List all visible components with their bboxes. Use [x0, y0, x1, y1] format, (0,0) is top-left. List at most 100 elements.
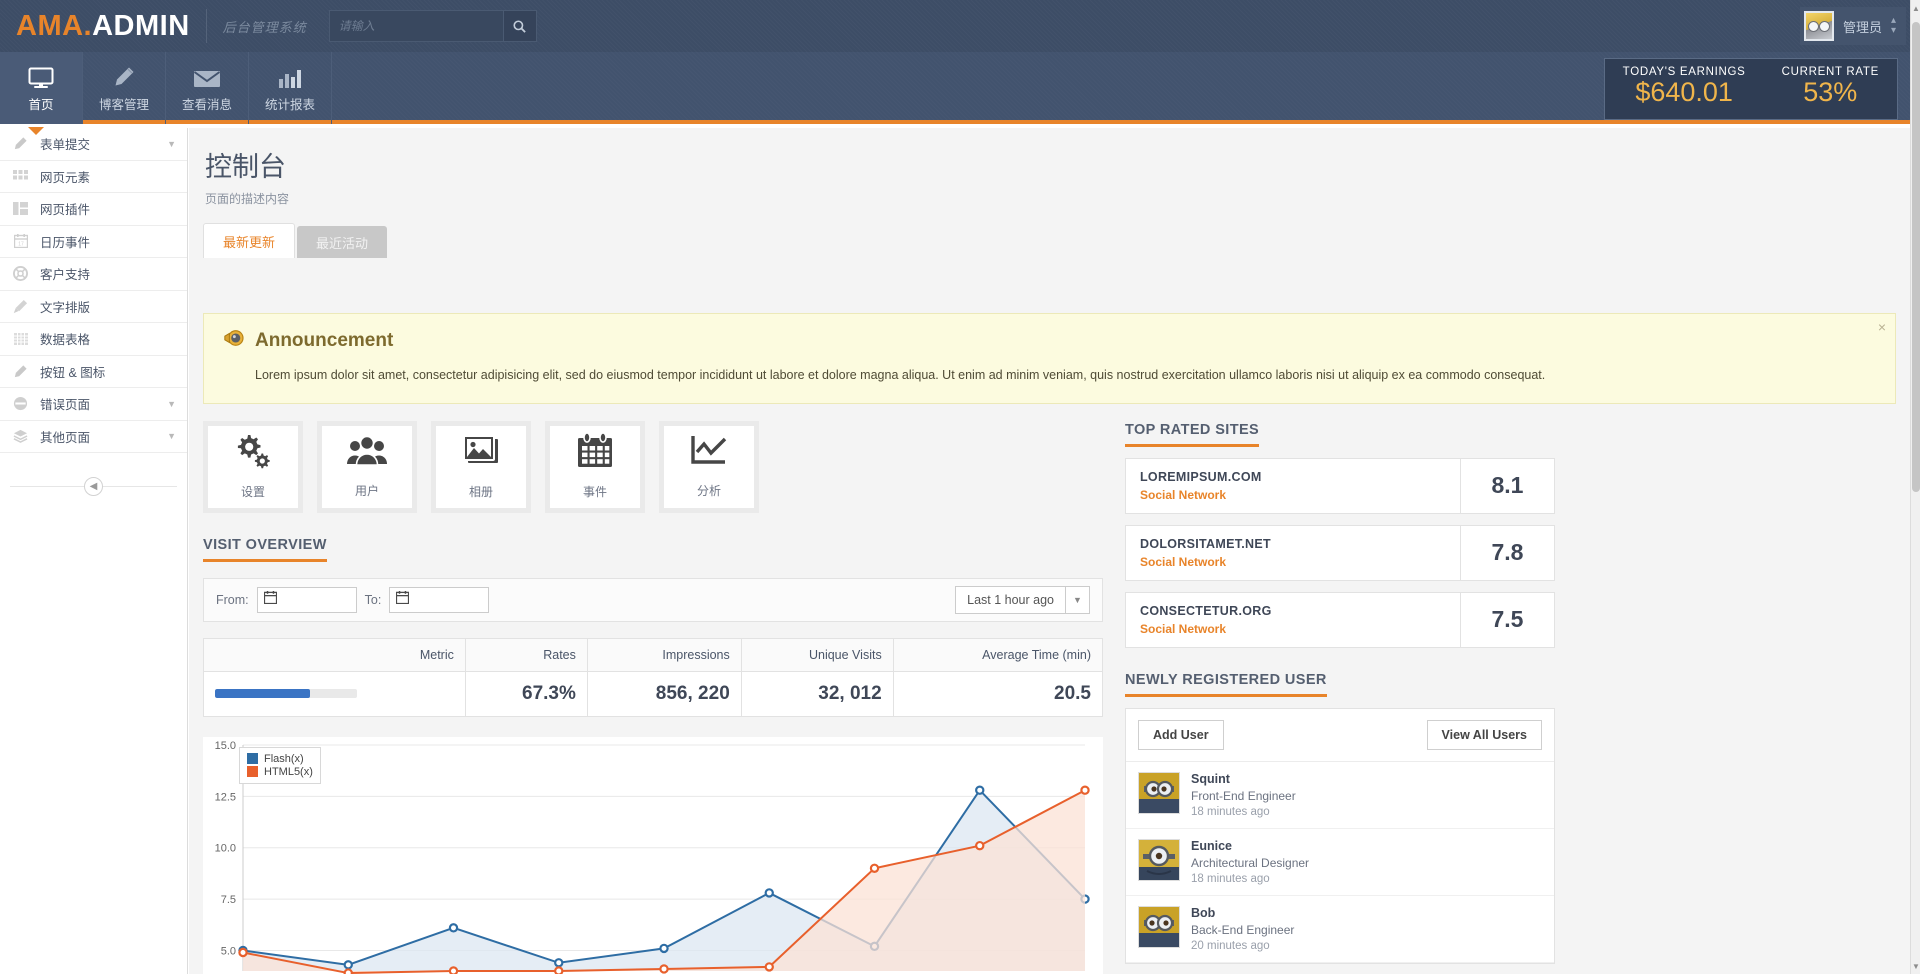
tile-label: 事件 [582, 485, 607, 500]
site-score: 8.1 [1460, 458, 1554, 513]
sidebar-item-buttons-icons[interactable]: 按钮 & 图标 [0, 356, 187, 388]
newly-registered-heading: NEWLY REGISTERED USER [1125, 672, 1327, 697]
page-title: 控制台 [205, 152, 286, 182]
tab-recent-activity[interactable]: 最近活动 [297, 226, 388, 258]
svg-text:10.0: 10.0 [215, 842, 236, 854]
tile-settings[interactable]: 设置 [203, 420, 303, 513]
brand-subtitle: 后台管理系统 [222, 19, 307, 35]
site-name: CONSECTETUR.ORG [1140, 603, 1272, 618]
top-bar: AMA.ADMIN 后台管理系统 管理员 ▴▾ [0, 0, 1920, 52]
two-column-layout: 设置 用户 相册 事件 分析 VISIT OVERVIEW From: To: … [203, 420, 1896, 974]
announcement-header: Announcement [222, 328, 1877, 353]
to-label: To: [364, 592, 382, 607]
col-impressions: Impressions [586, 637, 742, 672]
search-button[interactable] [502, 11, 536, 41]
time-range-select[interactable]: Last 1 hour ago ▼ [955, 585, 1090, 614]
sidebar-collapse-row: ◀ [0, 471, 187, 501]
top-rated-site-row[interactable]: LOREMIPSUM.COM Social Network 8.1 [1125, 457, 1555, 514]
chevron-down-icon: ▼ [167, 138, 176, 149]
announcement-body: Lorem ipsum dolor sit amet, consectetur … [255, 368, 1546, 382]
tile-label: 分析 [696, 484, 721, 499]
page-description: 页面的描述内容 [205, 192, 290, 206]
brand-dot: . [83, 9, 93, 42]
quick-tiles: 设置 用户 相册 事件 分析 [203, 420, 1103, 513]
pencil-icon [112, 63, 136, 89]
add-user-button[interactable]: Add User [1138, 719, 1224, 750]
top-rated-site-row[interactable]: CONSECTETUR.ORG Social Network 7.5 [1125, 591, 1555, 648]
tile-label: 相册 [468, 485, 493, 500]
user-list-item[interactable]: Eunice Architectural Designer 18 minutes… [1126, 829, 1554, 896]
sidebar-item-label: 文字排版 [40, 300, 91, 315]
user-role: Front-End Engineer [1191, 788, 1296, 803]
sidebar-item-calendar[interactable]: 17 日历事件 [0, 226, 187, 258]
announcement-title: Announcement [255, 329, 394, 351]
envelope-icon [193, 63, 221, 89]
avatar [1803, 11, 1834, 41]
layout-icon [12, 202, 29, 216]
nav-label: 统计报表 [264, 98, 315, 112]
nav-item-blog[interactable]: 博客管理 [83, 52, 166, 124]
sidebar-item-tables[interactable]: 数据表格 [0, 323, 187, 356]
sidebar-item-elements[interactable]: 网页元素 [0, 161, 187, 193]
view-all-users-button[interactable]: View All Users [1426, 719, 1542, 750]
tile-events[interactable]: 事件 [545, 420, 645, 513]
nav-label: 首页 [28, 98, 54, 112]
sidebar-item-typography[interactable]: 文字排版 [0, 291, 187, 323]
scrollbar-thumb[interactable] [1912, 22, 1920, 492]
scroll-up-icon[interactable]: ▲ [1911, 2, 1920, 14]
tile-users[interactable]: 用户 [317, 420, 417, 513]
scroll-down-icon[interactable]: ▼ [1911, 960, 1920, 972]
chevron-down-icon[interactable]: ▼ [1065, 586, 1089, 613]
svg-text:17: 17 [18, 242, 24, 248]
sidebar-item-label: 客户支持 [40, 268, 91, 283]
user-menu[interactable]: 管理员 ▴ ▾ [1799, 7, 1906, 45]
site-name: LOREMIPSUM.COM [1140, 469, 1262, 484]
tile-analytics[interactable]: 分析 [659, 420, 759, 513]
sidebar-item-error-pages[interactable]: 错误页面 ▼ [0, 388, 187, 421]
bar-chart-icon [277, 63, 303, 89]
search-input[interactable] [329, 11, 503, 41]
page-scrollbar[interactable]: ▲ ▼ [1910, 0, 1920, 974]
svg-text:12.5: 12.5 [215, 791, 236, 803]
nav-item-reports[interactable]: 统计报表 [249, 52, 332, 124]
tab-latest-updates[interactable]: 最新更新 [203, 223, 296, 258]
from-date-input[interactable] [256, 586, 357, 613]
cell-rates: 67.3% [464, 670, 588, 717]
date-filter-bar: From: To: Last 1 hour ago ▼ [203, 577, 1103, 622]
earnings-value: $640.01 [1635, 77, 1733, 107]
calendar-icon: 17 [12, 234, 29, 249]
todays-earnings: TODAY'S EARNINGS $640.01 [1605, 59, 1764, 119]
sidebar-item-forms[interactable]: 表单提交 ▼ [0, 128, 187, 161]
sidebar-collapse-button[interactable]: ◀ [84, 476, 103, 496]
top-rated-heading: TOP RATED SITES [1125, 422, 1260, 447]
announcement-banner: × Announcement Lorem ipsum dolor sit ame… [203, 313, 1896, 404]
chevron-updown-icon: ▴ ▾ [1890, 15, 1896, 36]
user-name: Squint [1191, 771, 1230, 786]
cell-unique-visits: 32, 012 [740, 670, 894, 717]
nav-item-messages[interactable]: 查看消息 [166, 52, 249, 124]
sidebar-item-label: 按钮 & 图标 [40, 365, 106, 380]
sidebar-item-other-pages[interactable]: 其他页面 ▼ [0, 421, 187, 453]
current-rate: CURRENT RATE 53% [1764, 59, 1897, 119]
brand-logo[interactable]: AMA.ADMIN [16, 10, 190, 43]
pencil-icon [12, 364, 29, 379]
main-nav: 首页 博客管理 查看消息 统计报表 TODAY'S EARNINGS $640.… [0, 52, 1920, 124]
calendar-icon [575, 432, 615, 474]
close-icon[interactable]: × [1878, 320, 1886, 334]
progress-bar [215, 689, 357, 699]
top-rated-site-row[interactable]: DOLORSITAMET.NET Social Network 7.8 [1125, 524, 1555, 581]
user-list-item[interactable]: Squint Front-End Engineer 18 minutes ago [1126, 762, 1554, 829]
nav-item-home[interactable]: 首页 [0, 52, 83, 124]
brand-second: ADMIN [92, 9, 190, 42]
to-date-input[interactable] [389, 586, 490, 613]
grid-icon [12, 170, 29, 182]
search-box[interactable] [328, 10, 537, 42]
tile-photos[interactable]: 相册 [431, 420, 531, 513]
site-category: Social Network [1140, 554, 1227, 569]
sidebar-item-widgets[interactable]: 网页插件 [0, 193, 187, 226]
sidebar-item-support[interactable]: 客户支持 [0, 258, 187, 291]
cell-progress [203, 670, 466, 717]
user-list-item[interactable]: Bob Back-End Engineer 20 minutes ago [1126, 896, 1554, 963]
user-name: Bob [1191, 905, 1216, 920]
col-rates: Rates [464, 637, 588, 672]
